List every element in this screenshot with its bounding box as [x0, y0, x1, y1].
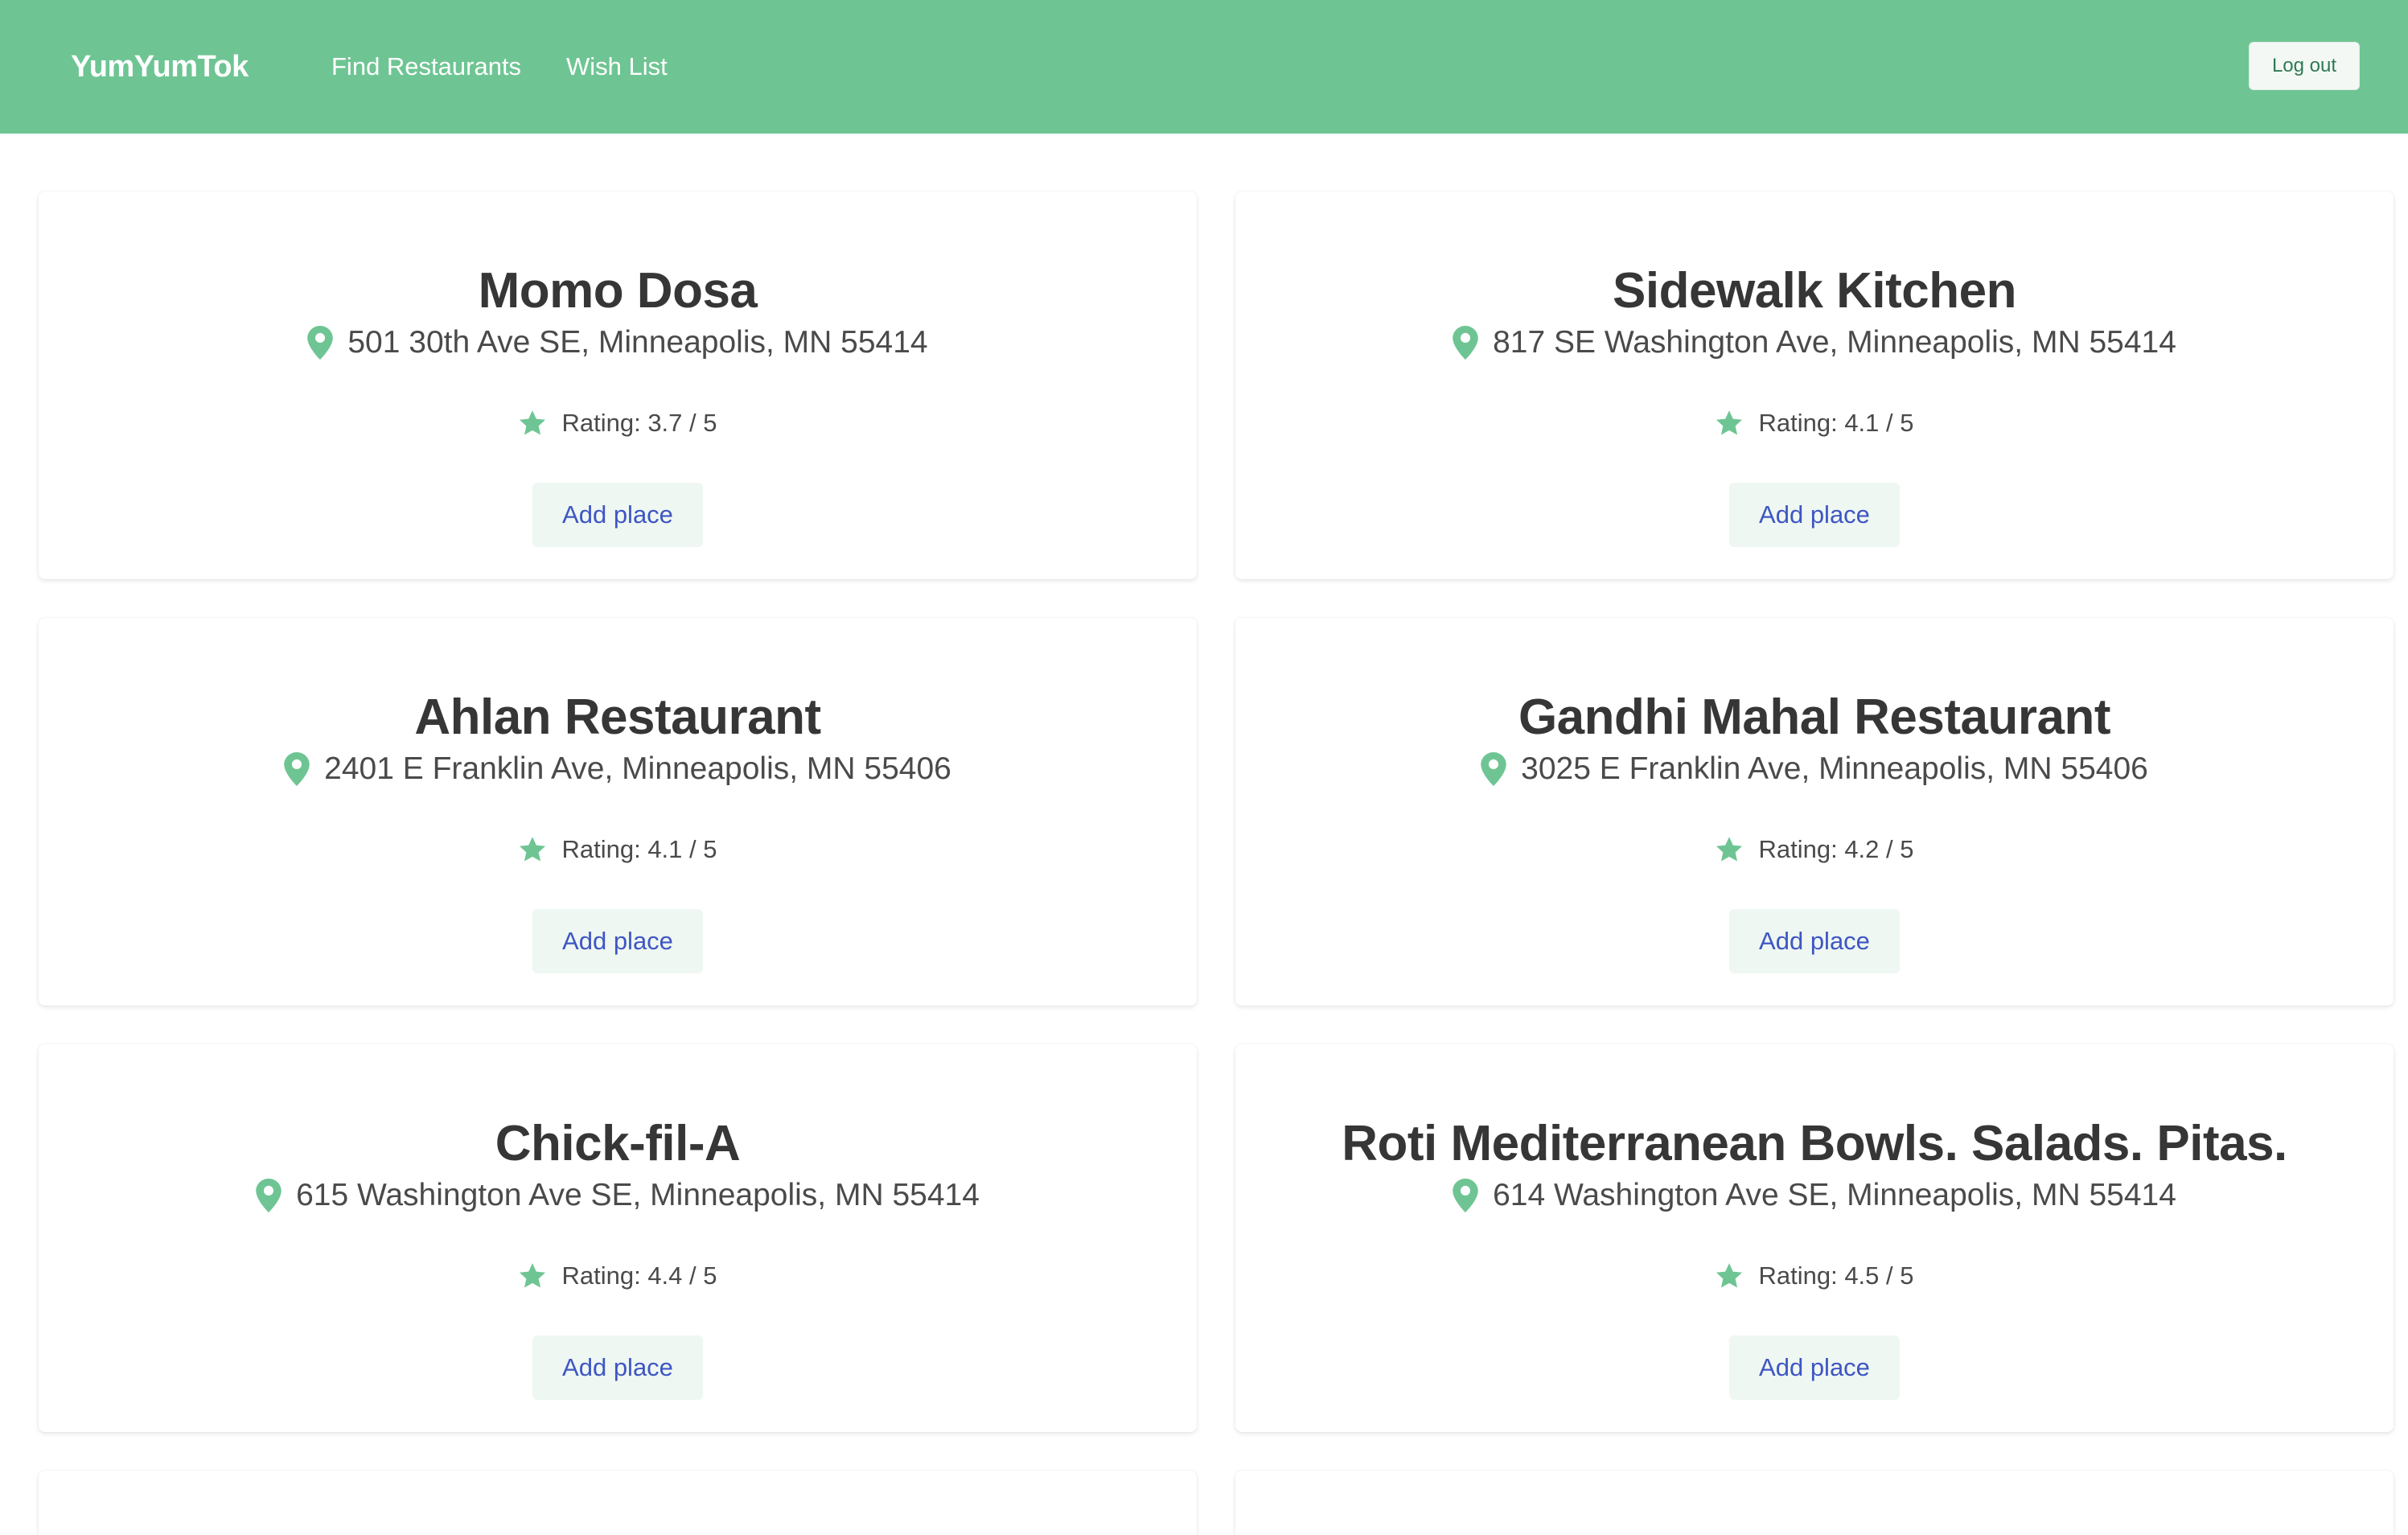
restaurant-card: Momo Dosa 501 30th Ave SE, Minneapolis, …	[39, 191, 1197, 579]
restaurant-card: Ahlan Restaurant 2401 E Franklin Ave, Mi…	[39, 618, 1197, 1006]
restaurant-address: 817 SE Washington Ave, Minneapolis, MN 5…	[1235, 325, 2394, 360]
restaurant-address: 615 Washington Ave SE, Minneapolis, MN 5…	[39, 1178, 1197, 1213]
restaurant-rating: Rating: 4.5 / 5	[1235, 1261, 2394, 1290]
add-place-button[interactable]: Add place	[1729, 483, 1900, 547]
address-text: 2401 E Franklin Ave, Minneapolis, MN 554…	[324, 751, 951, 786]
map-pin-icon	[284, 752, 310, 786]
logout-button[interactable]: Log out	[2249, 42, 2360, 90]
address-text: 615 Washington Ave SE, Minneapolis, MN 5…	[296, 1178, 980, 1212]
rating-text: Rating: 4.1 / 5	[561, 835, 717, 863]
star-icon	[520, 1263, 546, 1288]
add-place-button[interactable]: Add place	[532, 483, 703, 547]
map-pin-icon	[1481, 752, 1506, 786]
restaurant-address: 3025 E Franklin Ave, Minneapolis, MN 554…	[1235, 751, 2394, 787]
star-icon	[1716, 410, 1743, 435]
restaurant-card: Sidewalk Kitchen 817 SE Washington Ave, …	[1235, 191, 2394, 579]
add-place-button[interactable]: Add place	[1729, 909, 1900, 973]
restaurant-address: 2401 E Franklin Ave, Minneapolis, MN 554…	[39, 751, 1197, 787]
restaurant-card: Gandhi Mahal Restaurant 3025 E Franklin …	[1235, 618, 2394, 1006]
rating-text: Rating: 4.1 / 5	[1758, 409, 1914, 437]
restaurant-rating: Rating: 4.1 / 5	[1235, 409, 2394, 438]
rating-text: Rating: 3.7 / 5	[561, 409, 717, 437]
restaurant-card: Chick-fil-A 615 Washington Ave SE, Minne…	[39, 1044, 1197, 1432]
nav-link-find-restaurants[interactable]: Find Restaurants	[331, 0, 521, 134]
restaurant-rating: Rating: 3.7 / 5	[39, 409, 1197, 438]
nav-link-wish-list[interactable]: Wish List	[566, 0, 668, 134]
star-icon	[520, 837, 546, 862]
rating-text: Rating: 4.2 / 5	[1758, 835, 1914, 863]
restaurant-card: Roti Mediterranean Bowls. Salads. Pitas.…	[1235, 1044, 2394, 1432]
restaurant-name: Momo Dosa	[478, 263, 758, 319]
restaurant-name: Chick-fil-A	[495, 1116, 741, 1171]
restaurant-rating: Rating: 4.4 / 5	[39, 1261, 1197, 1290]
add-place-button[interactable]: Add place	[532, 1335, 703, 1400]
restaurant-address: 501 30th Ave SE, Minneapolis, MN 55414	[39, 325, 1197, 360]
star-icon	[1716, 1263, 1743, 1288]
navbar: YumYumTok Find Restaurants Wish List Log…	[0, 0, 2408, 134]
address-text: 817 SE Washington Ave, Minneapolis, MN 5…	[1493, 325, 2176, 360]
rating-text: Rating: 4.5 / 5	[1758, 1261, 1914, 1290]
restaurant-address: 614 Washington Ave SE, Minneapolis, MN 5…	[1235, 1178, 2394, 1213]
map-pin-icon	[1453, 1179, 1478, 1212]
restaurant-rating: Rating: 4.2 / 5	[1235, 835, 2394, 864]
star-icon	[1716, 837, 1743, 862]
address-text: 3025 E Franklin Ave, Minneapolis, MN 554…	[1521, 751, 2148, 786]
restaurant-name: Roti Mediterranean Bowls. Salads. Pitas.	[1342, 1116, 2287, 1171]
map-pin-icon	[307, 326, 334, 360]
restaurant-card-partial	[1235, 1471, 2394, 1535]
restaurant-name: Sidewalk Kitchen	[1613, 263, 2016, 319]
map-pin-icon	[256, 1179, 281, 1212]
restaurant-rating: Rating: 4.1 / 5	[39, 835, 1197, 864]
add-place-button[interactable]: Add place	[1729, 1335, 1900, 1400]
map-pin-icon	[1453, 326, 1478, 360]
restaurant-name: Gandhi Mahal Restaurant	[1518, 689, 2111, 745]
address-text: 501 30th Ave SE, Minneapolis, MN 55414	[347, 325, 928, 360]
restaurant-name: Ahlan Restaurant	[414, 689, 821, 745]
address-text: 614 Washington Ave SE, Minneapolis, MN 5…	[1493, 1178, 2176, 1212]
brand-logo[interactable]: YumYumTok	[71, 0, 249, 134]
star-icon	[520, 410, 546, 435]
rating-text: Rating: 4.4 / 5	[561, 1261, 717, 1290]
add-place-button[interactable]: Add place	[532, 909, 703, 973]
restaurant-card-partial	[39, 1471, 1197, 1535]
